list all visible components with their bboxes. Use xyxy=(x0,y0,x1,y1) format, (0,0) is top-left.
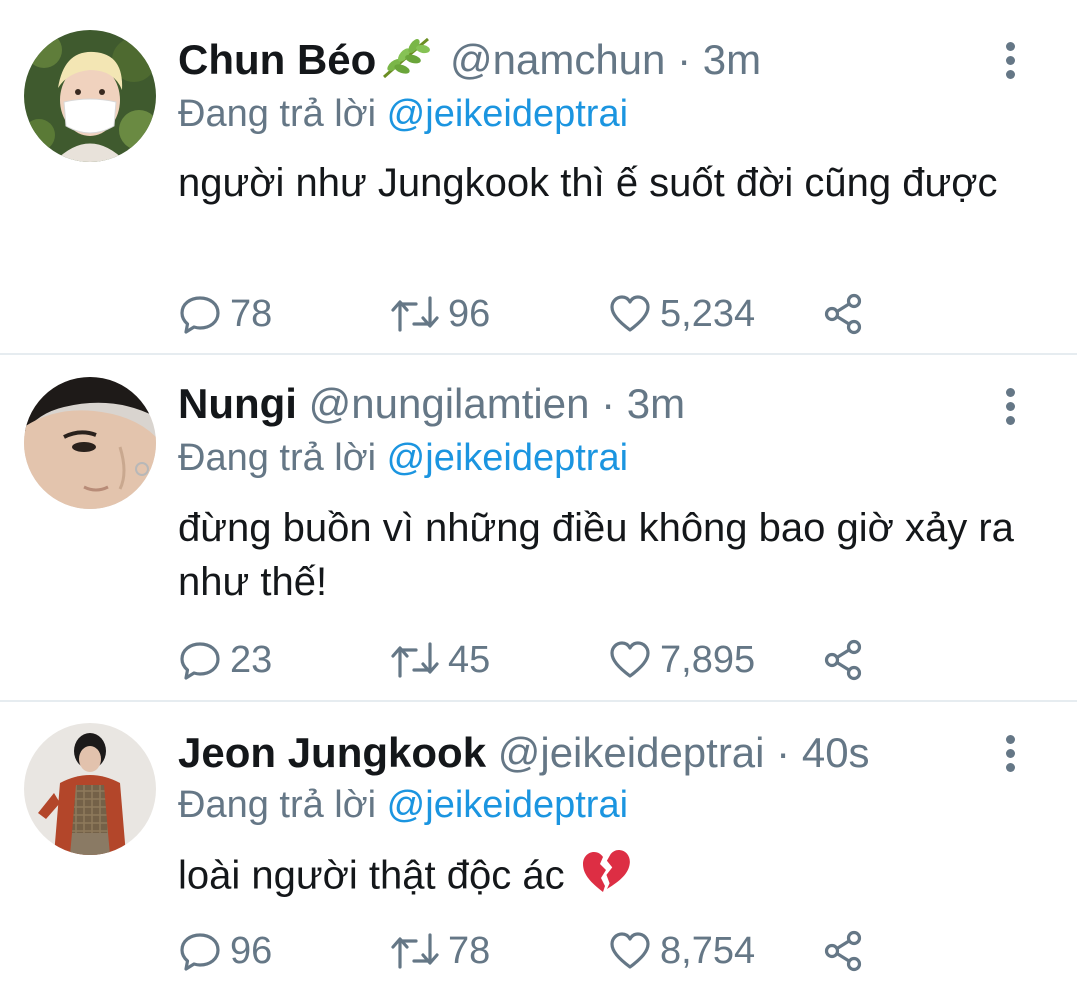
replying-to: Đang trả lời @jeikeideptrai xyxy=(178,90,628,138)
share-icon xyxy=(824,293,862,335)
tweet-text: loài người thật độc ác xyxy=(178,853,565,898)
separator-dot: · xyxy=(601,380,616,427)
like-count: 7,895 xyxy=(660,638,756,681)
reply-button[interactable]: 96 xyxy=(178,929,272,973)
user-handle[interactable]: @namchun xyxy=(450,36,665,83)
retweet-button[interactable]: 96 xyxy=(390,292,490,336)
tweet[interactable]: Chun Béo @namchun · 3m Đang trả lời @jei… xyxy=(0,0,1077,354)
user-handle[interactable]: @jeikeideptrai xyxy=(498,729,765,776)
replying-prefix: Đang trả lời xyxy=(178,784,377,826)
user-handle[interactable]: @nungilamtien xyxy=(309,380,590,427)
heart-icon xyxy=(610,641,650,678)
share-icon xyxy=(824,639,862,681)
replying-to: Đang trả lời @jeikeideptrai xyxy=(178,781,628,829)
reply-icon xyxy=(180,933,220,971)
avatar[interactable] xyxy=(24,30,156,162)
display-name[interactable]: Nungi xyxy=(178,380,297,427)
heart-icon xyxy=(610,932,650,969)
mention-link[interactable]: @jeikeideptrai xyxy=(387,784,628,826)
display-name[interactable]: Chun Béo xyxy=(178,36,376,83)
retweet-count: 96 xyxy=(448,292,491,335)
heart-icon xyxy=(610,295,650,332)
timestamp[interactable]: 40s xyxy=(802,729,870,776)
timestamp[interactable]: 3m xyxy=(627,380,685,427)
share-button[interactable] xyxy=(822,292,874,336)
tweet[interactable]: Jeon Jungkook @jeikeideptrai · 40s Đang … xyxy=(0,703,1077,991)
like-button[interactable]: 5,234 xyxy=(608,292,755,336)
broken-heart-emoji xyxy=(580,848,630,908)
retweet-button[interactable]: 78 xyxy=(390,929,490,973)
mention-link[interactable]: @jeikeideptrai xyxy=(387,437,628,479)
reply-count: 23 xyxy=(230,638,273,681)
share-icon xyxy=(824,930,862,972)
tweet-actions: 23 45 7,895 xyxy=(178,638,878,682)
replying-prefix: Đang trả lời xyxy=(178,93,377,135)
reply-icon xyxy=(180,296,220,334)
like-button[interactable]: 8,754 xyxy=(608,929,755,973)
tweet-header: Chun Béo @namchun · 3m xyxy=(178,35,761,85)
replying-prefix: Đang trả lời xyxy=(178,437,377,479)
tweet[interactable]: Nungi @nungilamtien · 3m Đang trả lời @j… xyxy=(0,356,1077,701)
like-count: 5,234 xyxy=(660,292,756,335)
retweet-count: 78 xyxy=(448,929,491,972)
separator-dot: · xyxy=(677,36,692,83)
avatar[interactable] xyxy=(24,377,156,509)
like-button[interactable]: 7,895 xyxy=(608,638,755,682)
separator-dot: · xyxy=(776,729,791,776)
retweet-button[interactable]: 45 xyxy=(390,638,490,682)
retweet-count: 45 xyxy=(448,638,491,681)
reply-button[interactable]: 78 xyxy=(178,292,272,336)
divider xyxy=(0,700,1077,702)
mention-link[interactable]: @jeikeideptrai xyxy=(387,93,628,135)
retweet-icon xyxy=(391,933,439,969)
tweet-actions: 96 78 8,754 xyxy=(178,929,878,973)
replying-to: Đang trả lời @jeikeideptrai xyxy=(178,434,628,482)
more-options-icon[interactable] xyxy=(998,388,1022,428)
display-name[interactable]: Jeon Jungkook xyxy=(178,729,486,776)
tweet-actions: 78 96 5,234 xyxy=(178,292,878,336)
herb-emoji xyxy=(380,35,432,90)
more-options-icon[interactable] xyxy=(998,735,1022,775)
tweet-text: người như Jungkook thì ế suốt đời cũng đ… xyxy=(178,161,998,205)
retweet-icon xyxy=(391,296,439,332)
tweet-text: đừng buồn vì những điều không bao giờ xả… xyxy=(178,506,1014,604)
reply-count: 78 xyxy=(230,292,273,335)
timestamp[interactable]: 3m xyxy=(703,36,761,83)
avatar[interactable] xyxy=(24,723,156,855)
reply-icon xyxy=(180,642,220,680)
like-count: 8,754 xyxy=(660,929,756,972)
share-button[interactable] xyxy=(822,929,874,973)
tweet-text-container: loài người thật độc ác xyxy=(178,848,1038,908)
retweet-icon xyxy=(391,642,439,678)
reply-count: 96 xyxy=(230,929,273,972)
more-options-icon[interactable] xyxy=(998,42,1022,82)
reply-button[interactable]: 23 xyxy=(178,638,272,682)
share-button[interactable] xyxy=(822,638,874,682)
tweet-header: Nungi @nungilamtien · 3m xyxy=(178,379,685,429)
divider xyxy=(0,353,1077,355)
tweet-header: Jeon Jungkook @jeikeideptrai · 40s xyxy=(178,728,870,778)
